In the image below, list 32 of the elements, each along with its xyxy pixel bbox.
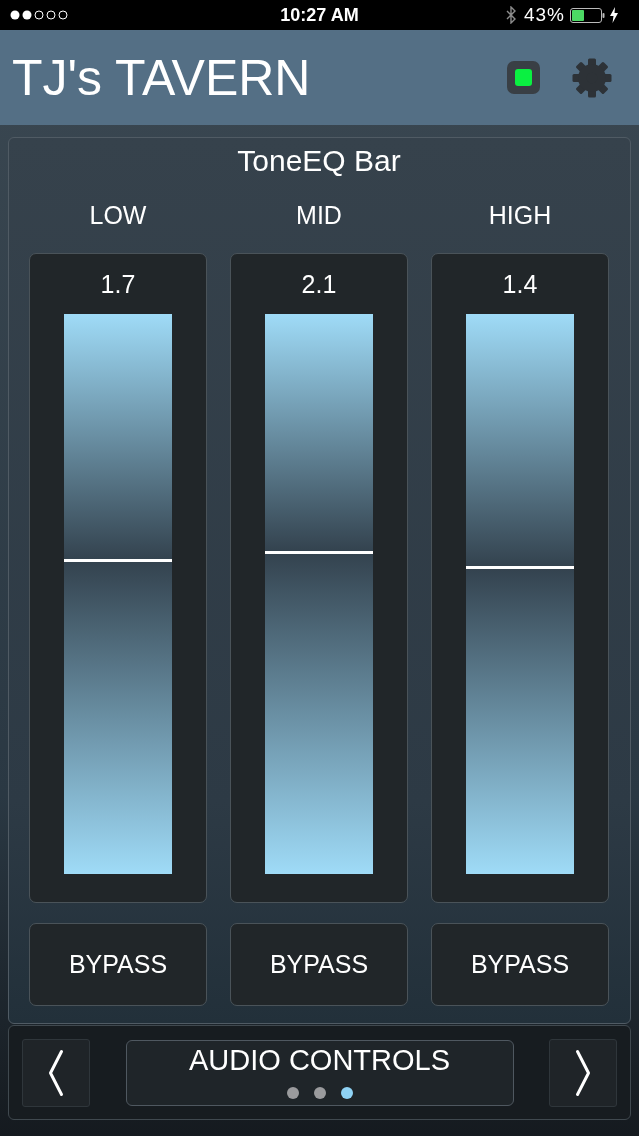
battery-icon (570, 7, 605, 23)
fader-value: 2.1 (300, 269, 338, 299)
bypass-button[interactable]: BYPASS (431, 923, 609, 1006)
charging-bolt-icon (610, 7, 618, 23)
settings-icon[interactable] (572, 57, 612, 98)
bypass-button[interactable]: BYPASS (29, 923, 207, 1006)
fader-track[interactable] (466, 314, 574, 874)
fader-thumb[interactable] (265, 551, 373, 554)
band-label: MID (295, 200, 343, 230)
previous-button[interactable] (22, 1038, 90, 1107)
fader-track[interactable] (64, 314, 172, 874)
fader-value: 1.7 (99, 269, 137, 299)
fader-thumb[interactable] (64, 559, 172, 563)
battery-percent: 43% (523, 4, 565, 26)
app-title: TJ's TAVERN (12, 48, 312, 107)
page-title: AUDIO CONTROLS (189, 1043, 450, 1076)
bluetooth-icon (505, 6, 516, 24)
page-dot-icon[interactable] (286, 1086, 299, 1099)
chevron-left-icon (48, 1048, 64, 1097)
chevron-right-icon (575, 1048, 591, 1097)
status-time: 10:27 AM (280, 4, 359, 26)
band-label: LOW (88, 200, 148, 230)
fader-value: 1.4 (501, 269, 539, 299)
band-label: HIGH (487, 200, 553, 230)
bypass-button[interactable]: BYPASS (230, 923, 408, 1006)
signal-strength-icon (10, 10, 70, 20)
page-dot-icon[interactable] (313, 1086, 326, 1099)
fader-track[interactable] (265, 314, 373, 874)
panel-title: ToneEQ Bar (236, 143, 402, 179)
fader-thumb[interactable] (466, 566, 574, 570)
page-dot-icon[interactable] (340, 1086, 353, 1099)
next-button[interactable] (549, 1038, 617, 1107)
